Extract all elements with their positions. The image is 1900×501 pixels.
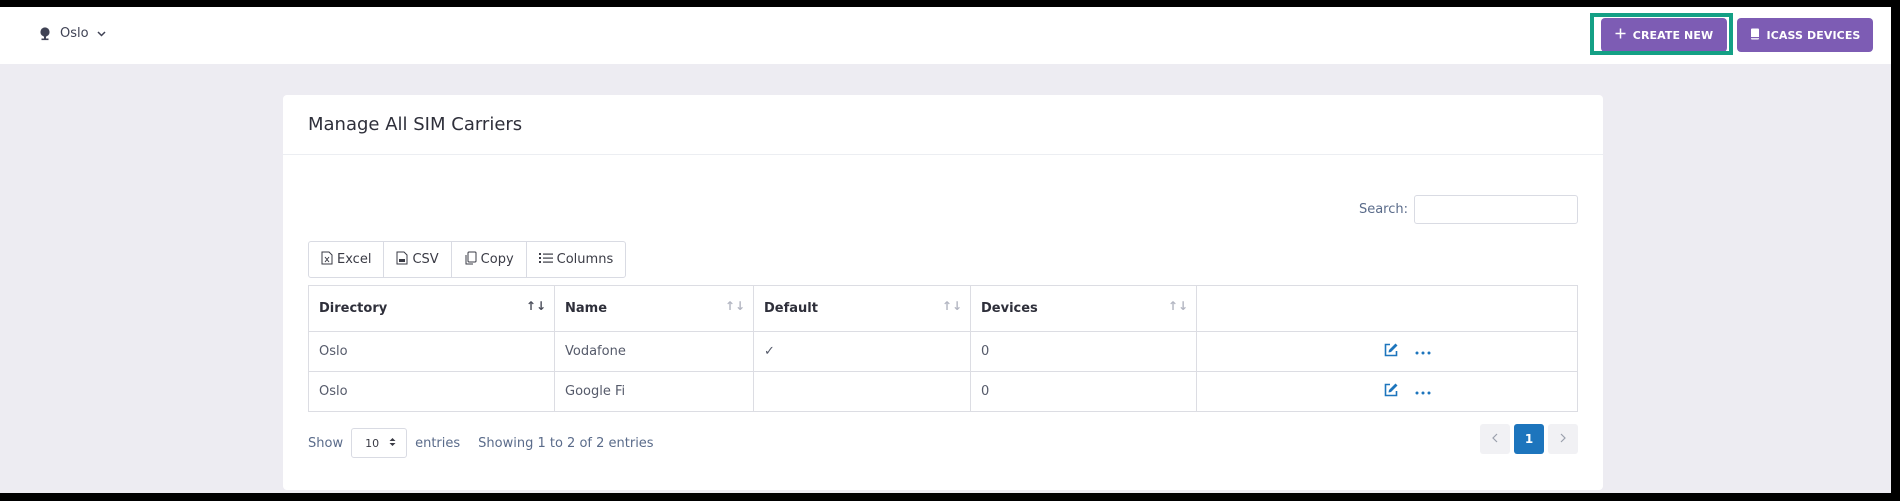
csv-button[interactable]: CSV — [384, 242, 452, 277]
sort-icon: ↑↓ — [525, 299, 546, 313]
search-area: Search: — [1359, 195, 1578, 224]
previous-page-button[interactable] — [1480, 424, 1510, 454]
more-options-icon[interactable] — [1415, 384, 1431, 399]
list-icon — [538, 252, 553, 268]
column-label: Devices — [981, 301, 1038, 316]
column-header-directory[interactable]: Directory ↑↓ — [308, 285, 555, 332]
directory-selector[interactable]: Oslo — [38, 26, 106, 41]
cell-name: Vodafone — [554, 331, 754, 372]
carriers-table: Directory ↑↓ Name ↑↓ Default ↑↓ Devices … — [308, 285, 1578, 412]
csv-file-icon — [396, 251, 408, 269]
cell-actions — [1196, 371, 1578, 412]
directory-icon — [38, 26, 52, 41]
top-bar: Oslo CREATE NEW ICASS DEVICES — [0, 7, 1891, 64]
sort-icon: ↑↓ — [1167, 299, 1188, 313]
table-row: Oslo Google Fi 0 — [308, 371, 1578, 412]
cell-directory: Oslo — [308, 331, 555, 372]
icass-devices-button[interactable]: ICASS DEVICES — [1737, 18, 1873, 52]
cell-actions — [1196, 331, 1578, 372]
cell-name: Google Fi — [554, 371, 754, 412]
chevron-right-icon — [1560, 432, 1566, 446]
column-label: Default — [764, 301, 818, 316]
column-header-devices[interactable]: Devices ↑↓ — [970, 285, 1197, 332]
chevron-left-icon — [1492, 432, 1498, 446]
table-row: Oslo Vodafone ✓ 0 — [308, 331, 1578, 372]
focus-highlight — [1590, 13, 1733, 55]
column-label: Name — [565, 301, 608, 316]
column-header-actions — [1196, 285, 1578, 332]
cell-default: ✓ — [753, 331, 971, 372]
page-length-value: 10 — [365, 436, 380, 450]
copy-button[interactable]: Copy — [452, 242, 527, 277]
cell-directory: Oslo — [308, 371, 555, 412]
directory-label: Oslo — [60, 26, 89, 41]
csv-label: CSV — [412, 252, 439, 267]
cell-devices: 0 — [970, 331, 1197, 372]
excel-file-icon — [321, 251, 333, 269]
column-header-name[interactable]: Name ↑↓ — [554, 285, 754, 332]
next-page-button[interactable] — [1548, 424, 1578, 454]
app-frame: Oslo CREATE NEW ICASS DEVICES Manage All… — [0, 7, 1891, 493]
sort-icon: ↑↓ — [941, 299, 962, 313]
icass-devices-label: ICASS DEVICES — [1766, 28, 1861, 42]
edit-icon[interactable] — [1383, 382, 1399, 402]
export-toolbar: Excel CSV Copy Columns — [308, 241, 627, 278]
table-header-row: Directory ↑↓ Name ↑↓ Default ↑↓ Devices … — [308, 285, 1578, 332]
show-label: Show — [308, 435, 344, 451]
sort-icon: ↑↓ — [724, 299, 745, 313]
cell-devices: 0 — [970, 371, 1197, 412]
book-icon — [1750, 28, 1760, 43]
pagination: 1 — [1476, 424, 1578, 454]
table-info: Showing 1 to 2 of 2 entries — [478, 435, 654, 451]
page-button-1[interactable]: 1 — [1514, 424, 1544, 454]
cell-default — [753, 371, 971, 412]
columns-button[interactable]: Columns — [527, 242, 626, 277]
page-length-select[interactable]: 10 — [351, 428, 408, 458]
table-footer: Show 10 entries Showing 1 to 2 of 2 entr… — [308, 428, 654, 458]
column-header-default[interactable]: Default ↑↓ — [753, 285, 971, 332]
excel-label: Excel — [337, 252, 372, 267]
sim-carriers-card: Manage All SIM Carriers Search: Excel CS… — [283, 95, 1603, 490]
excel-button[interactable]: Excel — [309, 242, 385, 277]
chevron-down-icon — [97, 30, 106, 37]
columns-label: Columns — [556, 252, 614, 267]
entries-label: entries — [415, 435, 461, 451]
page-title: Manage All SIM Carriers — [308, 114, 523, 135]
search-input[interactable] — [1414, 195, 1578, 224]
column-label: Directory — [319, 301, 388, 316]
search-label: Search: — [1358, 202, 1408, 217]
up-down-icon — [389, 437, 396, 450]
edit-icon[interactable] — [1383, 342, 1399, 362]
copy-icon — [464, 251, 477, 269]
more-options-icon[interactable] — [1415, 344, 1431, 359]
copy-label: Copy — [480, 252, 514, 267]
card-header: Manage All SIM Carriers — [283, 95, 1603, 155]
checkmark-icon: ✓ — [764, 344, 775, 359]
